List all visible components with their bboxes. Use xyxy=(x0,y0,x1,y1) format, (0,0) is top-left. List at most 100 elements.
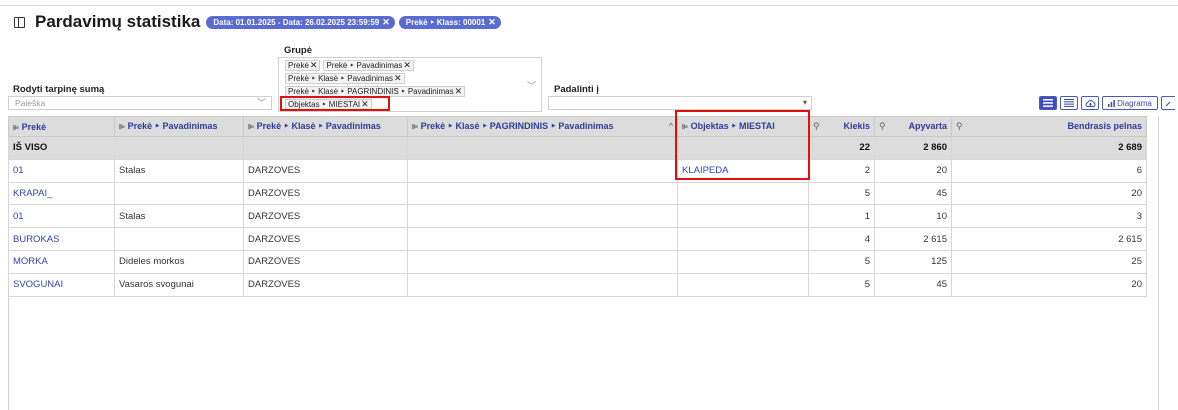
class-filter-label: Prekė ‣ Klass: 00001 xyxy=(405,17,486,27)
group-tag-label: Prekė ‣ Klasė ‣ Pavadinimas xyxy=(288,74,394,83)
wrench-icon[interactable]: ⚲ xyxy=(956,121,963,132)
group-tag[interactable]: Prekė ✕ xyxy=(285,60,321,71)
search-input[interactable]: Paieška ﹀ xyxy=(8,96,272,110)
col-header-apyvarta[interactable]: ⚲ Apyvarta xyxy=(874,116,952,137)
page-header: Pardavimų statistika Data: 01.01.2025 - … xyxy=(14,11,505,33)
remove-icon[interactable]: ✕ xyxy=(403,60,411,71)
miestai-link[interactable] xyxy=(677,227,809,251)
col-header-klase[interactable]: ⊫ Prekė ‣ Klasė ‣ Pavadinimas xyxy=(243,116,408,137)
col-header-label: Apyvarta xyxy=(908,121,947,131)
pelnas-cell: 3 xyxy=(951,204,1147,229)
pelnas-cell: 20 xyxy=(951,272,1147,297)
table-row: KRAPAI_ DARZOVES 5 45 20 xyxy=(8,181,1147,206)
miestai-link[interactable] xyxy=(677,249,809,274)
klase-cell: DARZOVES xyxy=(243,272,408,297)
table-row: 01 Stalas DARZOVES KLAIPEDA 2 20 6 xyxy=(8,158,1147,183)
apyvarta-cell: 20 xyxy=(874,158,952,183)
group-tag-row-2: Prekė ‣ Klasė ‣ Pavadinimas ✕ xyxy=(285,73,408,84)
pagrindinis-cell xyxy=(407,249,678,274)
preke-link[interactable]: 01 xyxy=(8,158,115,183)
table-header-row: ⊫ Prekė ⊫ Prekė ‣ Pavadinimas ⊫ Prekė ‣ … xyxy=(8,116,1147,137)
split-select[interactable]: ▾ xyxy=(548,96,812,110)
chevron-down-icon[interactable]: ﹀ xyxy=(527,79,536,92)
miestai-link[interactable] xyxy=(677,204,809,229)
col-header-label: Kiekis xyxy=(843,121,870,131)
col-header-label: Bendrasis pelnas xyxy=(1067,121,1142,131)
preke-link[interactable]: 01 xyxy=(8,204,115,229)
total-label: IŠ VISO xyxy=(8,136,115,160)
chevron-down-icon[interactable]: ▾ xyxy=(803,98,807,107)
col-header-kiekis[interactable]: ⚲ Kiekis xyxy=(808,116,875,137)
group-tag-row-1: Prekė ✕ Prekė ‣ Pavadinimas ✕ xyxy=(285,60,417,71)
total-apyvarta: 2 860 xyxy=(874,136,952,160)
kiekis-cell: 4 xyxy=(808,227,875,251)
preke-link[interactable]: MORKA xyxy=(8,249,115,274)
close-icon[interactable]: ✕ xyxy=(488,17,496,28)
group-tag[interactable]: Prekė ‣ Pavadinimas ✕ xyxy=(323,60,414,71)
kiekis-cell: 5 xyxy=(808,181,875,206)
col-header-label: Prekė ‣ Klasė ‣ Pavadinimas xyxy=(256,121,381,131)
lines-icon xyxy=(1064,99,1074,107)
pavadinimas-cell: Stalas xyxy=(114,158,244,183)
chevron-down-icon[interactable]: ﹀ xyxy=(257,96,266,109)
pin-icon: ⊫ xyxy=(13,124,20,132)
remove-icon[interactable]: ✕ xyxy=(394,73,402,84)
date-filter-chip[interactable]: Data: 01.01.2025 - Data: 26.02.2025 23:5… xyxy=(206,15,395,29)
table-right-edge xyxy=(1158,116,1159,410)
top-divider xyxy=(0,5,1178,6)
klase-cell: DARZOVES xyxy=(243,204,408,229)
preke-link[interactable]: SVOGUNAI xyxy=(8,272,115,297)
list-view-button[interactable] xyxy=(1039,96,1057,110)
wrench-icon xyxy=(1165,101,1170,107)
class-filter-chip[interactable]: Prekė ‣ Klass: 00001 ✕ xyxy=(398,15,501,29)
search-placeholder: Paieška xyxy=(15,98,46,108)
kiekis-cell: 1 xyxy=(808,204,875,229)
apyvarta-cell: 10 xyxy=(874,204,952,229)
cloud-upload-icon xyxy=(1085,99,1095,107)
pelnas-cell: 20 xyxy=(951,181,1147,206)
diagram-button[interactable]: Diagrama xyxy=(1102,96,1158,110)
pavadinimas-cell xyxy=(114,227,244,251)
upload-button[interactable] xyxy=(1081,96,1099,110)
pagrindinis-cell xyxy=(407,272,678,297)
table-cell xyxy=(243,136,408,160)
col-header-label: Prekė ‣ Klasė ‣ PAGRINDINIS ‣ Pavadinima… xyxy=(420,121,614,131)
total-row: IŠ VISO 22 2 860 2 689 xyxy=(8,136,1147,160)
pavadinimas-cell: Dideles morkos xyxy=(114,249,244,274)
col-header-pelnas[interactable]: ⚲ Bendrasis pelnas xyxy=(951,116,1147,137)
sort-up-icon[interactable]: ^ xyxy=(669,121,673,131)
table-row: 01 Stalas DARZOVES 1 10 3 xyxy=(8,204,1147,229)
preke-link[interactable]: BUROKAS xyxy=(8,227,115,251)
more-tools-button[interactable] xyxy=(1161,96,1175,110)
miestai-link[interactable] xyxy=(677,181,809,206)
wrench-icon[interactable]: ⚲ xyxy=(813,121,820,132)
list-icon xyxy=(1043,99,1053,107)
statistics-table: ⊫ Prekė ⊫ Prekė ‣ Pavadinimas ⊫ Prekė ‣ … xyxy=(8,116,1147,297)
group-tag-label: Prekė ‣ Pavadinimas xyxy=(326,61,403,70)
pagrindinis-cell xyxy=(407,227,678,251)
highlight-box xyxy=(675,110,810,180)
page-title: Pardavimų statistika xyxy=(35,12,201,31)
close-icon[interactable]: ✕ xyxy=(382,17,390,28)
view-toolbar: Diagrama xyxy=(1039,96,1175,110)
table-row: BUROKAS DARZOVES 4 2 615 2 615 xyxy=(8,227,1147,251)
total-pelnas: 2 689 xyxy=(951,136,1147,160)
klase-cell: DARZOVES xyxy=(243,181,408,206)
apyvarta-cell: 2 615 xyxy=(874,227,952,251)
pagrindinis-cell xyxy=(407,158,678,183)
compact-view-button[interactable] xyxy=(1060,96,1078,110)
group-tag[interactable]: Prekė ‣ Klasė ‣ Pavadinimas ✕ xyxy=(285,73,405,84)
preke-link[interactable]: KRAPAI_ xyxy=(8,181,115,206)
table-left-edge xyxy=(8,290,9,410)
wrench-icon[interactable]: ⚲ xyxy=(879,121,886,132)
remove-icon[interactable]: ✕ xyxy=(310,60,318,71)
miestai-link[interactable] xyxy=(677,272,809,297)
col-header-pavadinimas[interactable]: ⊫ Prekė ‣ Pavadinimas xyxy=(114,116,244,137)
col-header-pagrindinis[interactable]: ⊫ Prekė ‣ Klasė ‣ PAGRINDINIS ‣ Pavadini… xyxy=(407,116,678,137)
kiekis-cell: 5 xyxy=(808,249,875,274)
col-header-preke[interactable]: ⊫ Prekė xyxy=(8,116,115,137)
pelnas-cell: 6 xyxy=(951,158,1147,183)
remove-icon[interactable]: ✕ xyxy=(455,86,463,97)
split-label: Padalinti į xyxy=(554,84,599,95)
col-header-label: Prekė ‣ Pavadinimas xyxy=(127,121,218,131)
